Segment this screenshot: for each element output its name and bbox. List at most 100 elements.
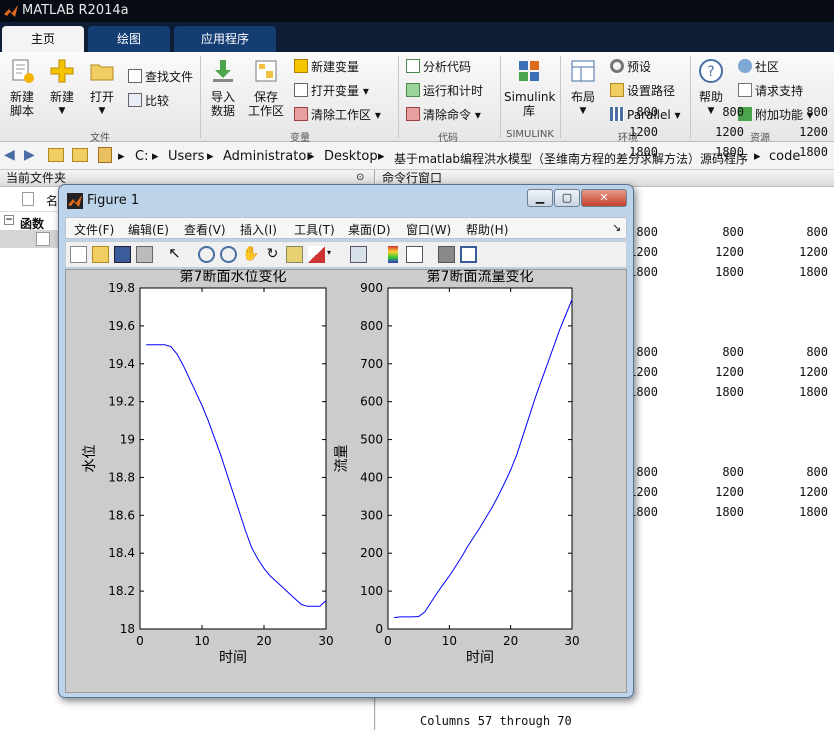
matlab-figure-icon <box>67 193 83 209</box>
breadcrumb-drive[interactable]: C: <box>135 149 148 164</box>
minimize-button[interactable]: ▁ <box>527 189 553 207</box>
save-icon[interactable] <box>114 246 131 263</box>
undock-icon[interactable]: ↘ <box>612 221 621 234</box>
breadcrumb-administrator[interactable]: Administrator <box>223 149 312 164</box>
plot-area[interactable]: 18 18.2 18.4 18.6 18.8 19 19.2 19.4 19.6 19.8 0 10 2… <box>65 268 627 693</box>
clear-workspace-icon <box>294 107 308 121</box>
import-data-button[interactable]: 导入 数据 <box>204 58 242 118</box>
open-variable-button[interactable]: 打开变量 ▾ <box>294 82 369 100</box>
save-workspace-button[interactable]: 保存 工作区 <box>246 58 286 118</box>
analyze-code-button[interactable]: 分析代码 <box>406 58 471 76</box>
command-output-value: 800 <box>722 105 744 119</box>
back-arrow-icon[interactable]: ◀ <box>4 147 15 163</box>
save-workspace-icon <box>255 60 277 82</box>
y-tick-label: 200 <box>360 546 383 560</box>
layout-button[interactable]: 布局 ▼ <box>564 58 602 118</box>
menu-help[interactable]: 帮助(H) <box>466 221 508 238</box>
y-tick-label: 700 <box>360 357 383 371</box>
y-tick-label: 19.6 <box>108 319 135 333</box>
forward-arrow-icon[interactable]: ▶ <box>24 147 35 163</box>
y-tick-label: 300 <box>360 508 383 522</box>
figure-toolbar: ↖ ✋ ↻ ▾ <box>65 241 627 268</box>
preferences-label: 预设 <box>627 60 652 74</box>
x-tick-label: 10 <box>442 634 457 648</box>
tab-plots[interactable]: 绘图 <box>88 26 170 52</box>
tab-apps[interactable]: 应用程序 <box>174 26 276 52</box>
pan-icon[interactable]: ✋ <box>242 246 259 263</box>
clear-commands-icon <box>406 107 420 121</box>
new-script-button[interactable]: 新建 脚本 <box>4 58 40 118</box>
matlab-logo-icon <box>4 5 18 17</box>
tab-home[interactable]: 主页 <box>2 26 84 52</box>
link-icon[interactable] <box>350 246 367 263</box>
new-script-icon <box>12 59 34 83</box>
set-path-button[interactable]: 设置路径 <box>610 82 675 100</box>
up-folder-icon[interactable] <box>48 148 64 162</box>
show-plot-tools-icon[interactable] <box>460 246 477 263</box>
legend-icon[interactable] <box>406 246 423 263</box>
simulink-library-button[interactable]: Simulink 库 <box>504 58 555 118</box>
collapse-icon[interactable]: − <box>4 215 14 225</box>
chart-title: 第7断面水位变化 <box>180 270 287 285</box>
panel-menu-icon[interactable]: ⊙ <box>356 172 364 183</box>
y-tick-label: 0 <box>375 622 383 636</box>
figure-window[interactable]: Figure 1 ▁ ▢ ✕ 文件(F) 编辑(E) 查看(V) 插入(I) 工… <box>58 184 634 698</box>
command-output-value: 1800 <box>629 145 658 159</box>
menu-tools[interactable]: 工具(T) <box>294 221 335 238</box>
new-figure-icon[interactable] <box>70 246 87 263</box>
menu-desktop[interactable]: 桌面(D) <box>348 221 391 238</box>
new-variable-button[interactable]: 新建变量 <box>294 58 359 76</box>
command-output-value: 800 <box>806 225 828 239</box>
zoom-in-icon[interactable] <box>198 246 215 263</box>
set-path-icon <box>610 83 624 97</box>
group-label-simulink: SIMULINK <box>506 129 554 140</box>
browse-folder-icon[interactable] <box>72 148 88 162</box>
community-button[interactable]: 社区 <box>738 58 779 76</box>
request-support-button[interactable]: 请求支持 <box>738 82 803 100</box>
find-files-button[interactable]: 查找文件 <box>128 68 193 86</box>
import-data-label: 导入 数据 <box>210 90 235 118</box>
brush-icon[interactable] <box>308 246 325 263</box>
menu-file[interactable]: 文件(F) <box>74 221 114 238</box>
command-output-value: 1200 <box>715 485 744 499</box>
y-tick-label: 19.8 <box>108 281 135 295</box>
zoom-out-icon[interactable] <box>220 246 237 263</box>
columns-footer-text: Columns 57 through 70 <box>420 714 572 728</box>
clear-workspace-button[interactable]: 清除工作区 ▾ <box>294 106 381 124</box>
maximize-button[interactable]: ▢ <box>554 189 580 207</box>
new-variable-icon <box>294 59 308 73</box>
menu-edit[interactable]: 编辑(E) <box>128 221 169 238</box>
breadcrumb-separator: ▸ <box>118 149 125 164</box>
request-support-icon <box>738 83 752 97</box>
plus-icon <box>50 59 74 83</box>
pointer-icon[interactable]: ↖ <box>166 246 183 263</box>
rotate-icon[interactable]: ↻ <box>264 246 281 263</box>
colorbar-icon[interactable] <box>388 246 398 263</box>
brush-dropdown-icon[interactable]: ▾ <box>327 248 331 257</box>
open-variable-label: 打开变量 <box>311 84 360 98</box>
menu-insert[interactable]: 插入(I) <box>240 221 277 238</box>
open-button[interactable]: 打开 ▼ <box>84 58 120 118</box>
menu-window[interactable]: 窗口(W) <box>406 221 451 238</box>
open-label: 打开 <box>89 90 114 104</box>
name-column-header[interactable]: 名 <box>46 192 58 209</box>
command-output-value: 1800 <box>799 265 828 279</box>
menu-view[interactable]: 查看(V) <box>184 221 226 238</box>
breadcrumb-users[interactable]: Users <box>168 149 204 164</box>
data-cursor-icon[interactable] <box>286 246 303 263</box>
open-file-icon[interactable] <box>92 246 109 263</box>
clear-commands-button[interactable]: 清除命令 ▾ <box>406 106 481 124</box>
run-and-time-button[interactable]: 运行和计时 <box>406 82 483 100</box>
y-tick-label: 800 <box>360 319 383 333</box>
community-icon <box>738 59 752 73</box>
print-icon[interactable] <box>136 246 153 263</box>
preferences-button[interactable]: 预设 <box>610 58 651 76</box>
compare-button[interactable]: 比较 <box>128 92 169 110</box>
ribbon-tab-row: 主页 绘图 应用程序 <box>0 22 834 52</box>
breadcrumb-desktop[interactable]: Desktop <box>324 149 378 164</box>
hide-plot-tools-icon[interactable] <box>438 246 455 263</box>
close-button[interactable]: ✕ <box>581 189 627 207</box>
plots-canvas[interactable]: 18 18.2 18.4 18.6 18.8 19 19.2 19.4 19.6 19.8 0 10 2… <box>66 268 626 692</box>
file-icon <box>22 192 34 206</box>
new-button[interactable]: 新建 ▼ <box>44 58 80 118</box>
